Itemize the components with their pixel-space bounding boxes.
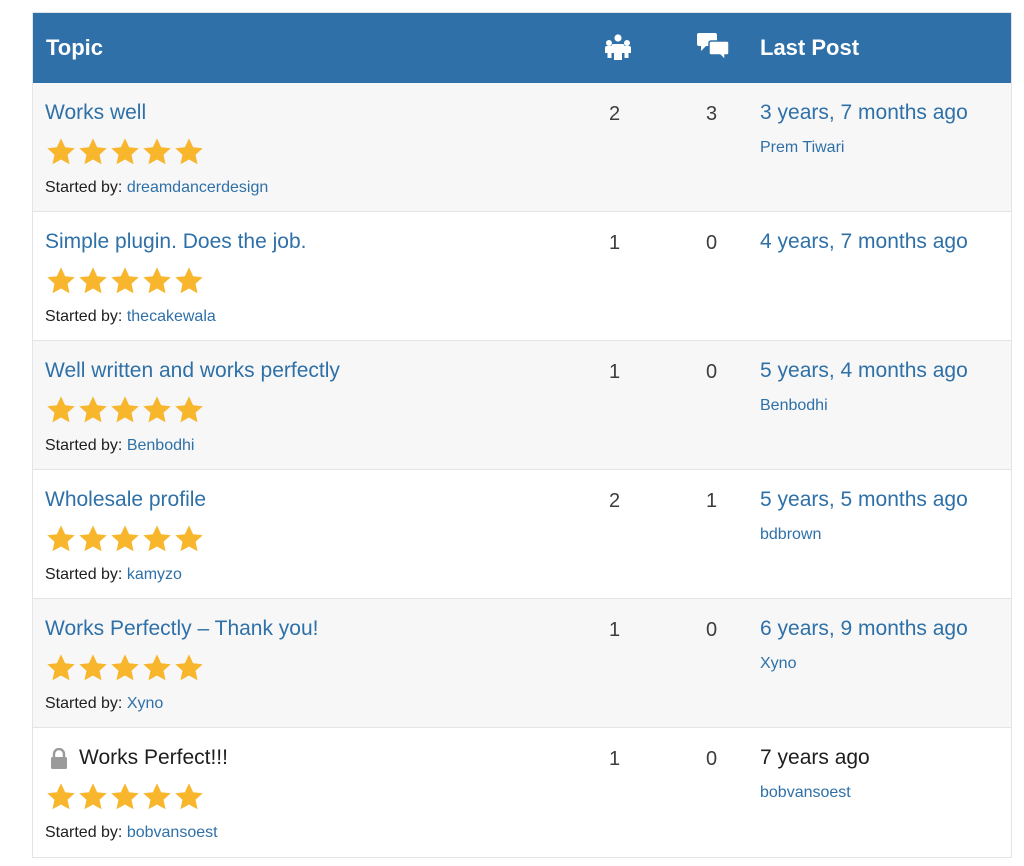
post-count: 0 (706, 748, 718, 770)
started-by-label: Started by: (45, 566, 127, 583)
table-row: Works Perfect!!! Started by: bobvansoest 1… (33, 728, 1011, 858)
table-row: Works well Started by: dreamdancerdesign 2… (33, 83, 1011, 212)
star-icon (79, 783, 107, 810)
started-by: Started by: bobvansoest (45, 824, 218, 842)
star-icon (79, 138, 107, 165)
last-post-author-link[interactable]: Prem Tiwari (760, 139, 844, 157)
star-icon (143, 396, 171, 423)
star-icon (175, 267, 203, 294)
star-rating (45, 136, 205, 168)
started-by: Started by: kamyzo (45, 566, 182, 584)
topic-title-link[interactable]: Well written and works perfectly (45, 359, 340, 383)
topic-title-link[interactable]: Works well (45, 101, 146, 125)
star-icon (47, 396, 75, 423)
last-post-column-header: Last Post (760, 35, 860, 60)
star-icon (143, 783, 171, 810)
table-row: Wholesale profile Started by: kamyzo 2 1 5 y… (33, 470, 1011, 599)
started-by: Started by: thecakewala (45, 308, 216, 326)
star-icon (143, 138, 171, 165)
star-icon (111, 783, 139, 810)
star-icon (111, 267, 139, 294)
topics-list: Works well Started by: dreamdancerdesign 2… (33, 83, 1011, 858)
topic-author-link[interactable]: Xyno (127, 695, 163, 712)
star-icon (47, 525, 75, 552)
started-by-label: Started by: (45, 437, 127, 454)
last-post-author-link[interactable]: Xyno (760, 655, 796, 673)
last-post-time: 7 years ago (760, 746, 870, 769)
topic-title-link[interactable]: Works Perfectly – Thank you! (45, 617, 319, 641)
started-by: Started by: Xyno (45, 695, 163, 713)
star-icon (111, 654, 139, 681)
star-icon (47, 267, 75, 294)
topics-table: Topic Last Post Works well Started by: dr… (32, 12, 1012, 858)
table-row: Well written and works perfectly Started … (33, 341, 1011, 470)
star-icon (47, 783, 75, 810)
star-icon (175, 525, 203, 552)
people-icon (605, 34, 631, 60)
last-post-time-link[interactable]: 6 years, 9 months ago (760, 617, 968, 641)
voice-count: 2 (609, 490, 621, 512)
post-count: 0 (706, 232, 718, 254)
star-rating (45, 394, 205, 426)
started-by-label: Started by: (45, 308, 127, 325)
last-post-time-link[interactable]: 4 years, 7 months ago (760, 230, 968, 254)
voice-count: 1 (609, 619, 621, 641)
post-count: 0 (706, 361, 718, 383)
voice-count: 1 (609, 361, 621, 383)
post-count: 3 (706, 103, 718, 125)
star-rating (45, 652, 205, 684)
star-rating (45, 265, 205, 297)
table-row: Works Perfectly – Thank you! Started by: … (33, 599, 1011, 728)
star-icon (143, 654, 171, 681)
topic-author-link[interactable]: dreamdancerdesign (127, 179, 268, 196)
star-icon (79, 396, 107, 423)
star-icon (175, 654, 203, 681)
star-rating (45, 523, 205, 555)
voice-count: 2 (609, 103, 621, 125)
star-icon (175, 783, 203, 810)
topic-column-header: Topic (46, 35, 104, 60)
lock-icon (51, 748, 67, 769)
star-icon (143, 267, 171, 294)
topic-author-link[interactable]: thecakewala (127, 308, 216, 325)
last-post-time-link[interactable]: 5 years, 5 months ago (760, 488, 968, 512)
topic-author-link[interactable]: Benbodhi (127, 437, 195, 454)
last-post-time-link[interactable]: 5 years, 4 months ago (760, 359, 968, 383)
star-icon (111, 525, 139, 552)
topic-title-link[interactable]: Wholesale profile (45, 488, 206, 512)
last-post-time-link[interactable]: 3 years, 7 months ago (760, 101, 968, 125)
table-header: Topic Last Post (33, 13, 1011, 83)
star-icon (175, 396, 203, 423)
last-post-author-link[interactable]: bobvansoest (760, 784, 851, 802)
topic-title-link[interactable]: Simple plugin. Does the job. (45, 230, 307, 254)
topic-title: Works Perfect!!! (79, 746, 228, 769)
star-icon (79, 654, 107, 681)
star-rating (45, 781, 205, 813)
last-post-author-link[interactable]: Benbodhi (760, 397, 828, 415)
speech-bubbles-icon (697, 33, 730, 61)
voice-count: 1 (609, 748, 621, 770)
started-by: Started by: dreamdancerdesign (45, 179, 268, 197)
voice-count: 1 (609, 232, 621, 254)
topic-author-link[interactable]: bobvansoest (127, 824, 218, 841)
started-by: Started by: Benbodhi (45, 437, 194, 455)
star-icon (47, 138, 75, 165)
star-icon (47, 654, 75, 681)
last-post-author-link[interactable]: bdbrown (760, 526, 821, 544)
star-icon (79, 525, 107, 552)
started-by-label: Started by: (45, 824, 127, 841)
topic-author-link[interactable]: kamyzo (127, 566, 182, 583)
star-icon (175, 138, 203, 165)
post-count: 1 (706, 490, 718, 512)
star-icon (111, 396, 139, 423)
started-by-label: Started by: (45, 695, 127, 712)
table-row: Simple plugin. Does the job. Started by: … (33, 212, 1011, 341)
post-count: 0 (706, 619, 718, 641)
star-icon (111, 138, 139, 165)
star-icon (143, 525, 171, 552)
started-by-label: Started by: (45, 179, 127, 196)
star-icon (79, 267, 107, 294)
